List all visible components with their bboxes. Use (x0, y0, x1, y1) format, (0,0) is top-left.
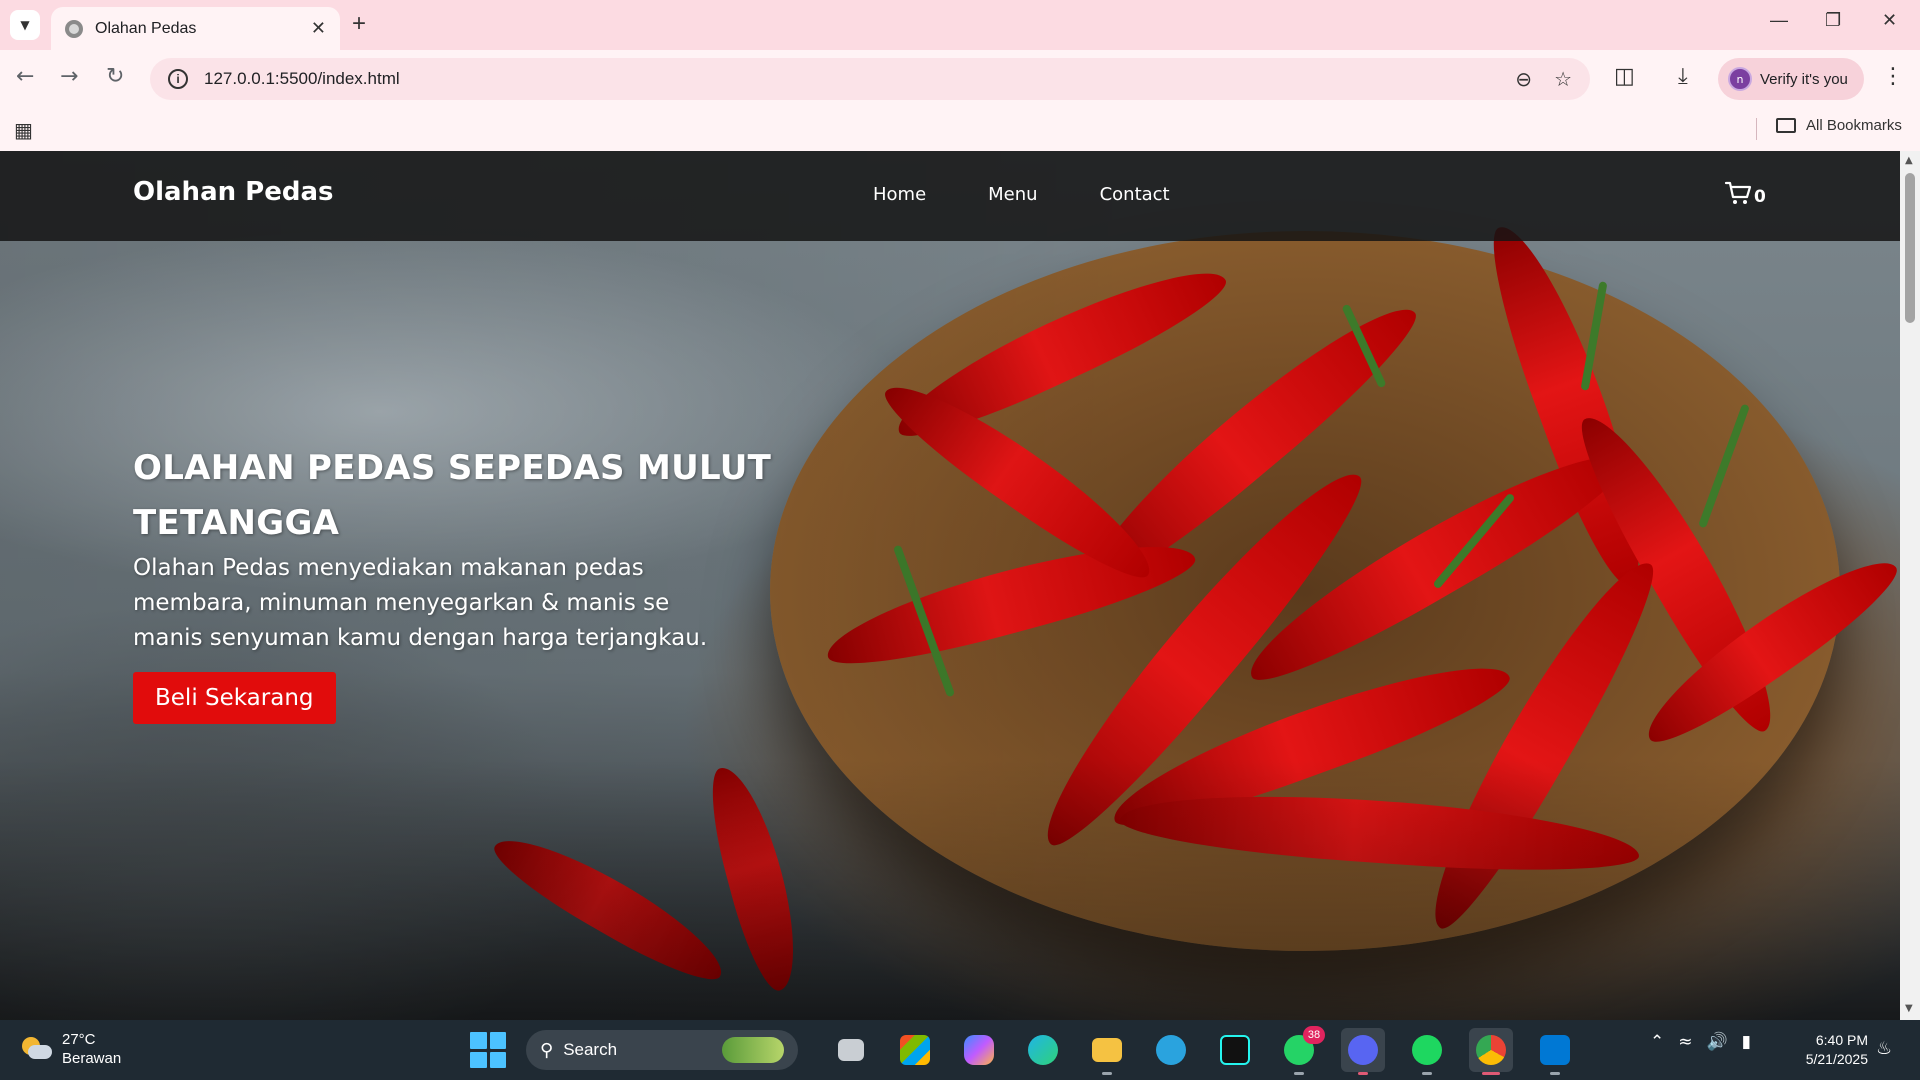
apps-grid-icon[interactable]: ▦ (14, 118, 33, 142)
telegram-icon[interactable] (1149, 1028, 1193, 1072)
tab-bar: ▼ Olahan Pedas ✕ + — ❐ ✕ (0, 0, 1920, 50)
hero-title: OLAHAN PEDAS SEPEDAS MULUT TETANGGA (133, 441, 773, 551)
chrome-icon[interactable] (1469, 1028, 1513, 1075)
microsoft-store-icon[interactable] (893, 1028, 937, 1072)
tab-search-button[interactable]: ▼ (10, 10, 40, 40)
discord-icon[interactable] (1341, 1028, 1385, 1075)
partly-cloudy-icon (20, 1035, 52, 1063)
taskbar-apps: ⚲ Search 38 (470, 1026, 1582, 1075)
edge-icon[interactable] (1021, 1028, 1065, 1072)
close-tab-icon[interactable]: ✕ (311, 18, 326, 39)
battery-icon[interactable]: ▮ (1742, 1032, 1751, 1052)
site-logo[interactable]: Olahan Pedas (133, 177, 334, 207)
browser-toolbar: ← → ↻ i 127.0.0.1:5500/index.html ⊖ ☆ ◫ … (0, 50, 1920, 108)
restore-button[interactable]: ❐ (1825, 10, 1841, 31)
forward-button[interactable]: → (60, 64, 78, 89)
site-info-icon[interactable]: i (168, 69, 188, 89)
copilot-icon[interactable] (957, 1028, 1001, 1072)
file-explorer-icon[interactable] (1085, 1028, 1129, 1075)
chevron-up-icon[interactable]: ⌃ (1650, 1032, 1664, 1052)
all-bookmarks-label: All Bookmarks (1806, 117, 1902, 134)
hero-section: OLAHAN PEDAS SEPEDAS MULUT TETANGGA Olah… (133, 441, 773, 724)
nav-menu-link[interactable]: Menu (988, 184, 1037, 205)
search-label: Search (563, 1040, 618, 1059)
scroll-down-icon[interactable]: ▼ (1905, 1003, 1913, 1014)
hero-title-line: OLAHAN PEDAS SEPEDAS MULUT (133, 448, 772, 488)
nav-contact-link[interactable]: Contact (1100, 184, 1170, 205)
hero-title-line: TETANGGA (133, 503, 340, 543)
avatar: n (1728, 67, 1752, 91)
cart-icon (1724, 181, 1752, 204)
address-bar[interactable]: i 127.0.0.1:5500/index.html ⊖ ☆ (150, 58, 1590, 100)
bookmark-star-icon[interactable]: ☆ (1554, 67, 1572, 91)
hero-desc-line: membara, minuman menyegarkan & manis se (133, 590, 670, 616)
tab-title: Olahan Pedas (95, 19, 197, 37)
hero-description: Olahan Pedas menyediakan makanan pedas m… (133, 551, 773, 656)
search-icon: ⚲ (540, 1039, 554, 1061)
zoom-icon[interactable]: ⊖ (1515, 67, 1532, 91)
back-button[interactable]: ← (16, 64, 34, 89)
nav-links: Home Menu Contact (873, 184, 1170, 205)
chevron-down-icon: ▼ (20, 18, 30, 32)
bookmarks-divider (1756, 118, 1757, 140)
buy-now-button[interactable]: Beli Sekarang (133, 672, 336, 724)
weather-condition: Berawan (62, 1050, 122, 1067)
download-icon[interactable]: ⤓ (1678, 64, 1688, 89)
close-window-button[interactable]: ✕ (1882, 10, 1897, 31)
minimize-button[interactable]: — (1770, 10, 1788, 31)
menu-icon[interactable]: ⋮ (1882, 64, 1904, 89)
spotify-icon[interactable] (1405, 1028, 1449, 1075)
reload-button[interactable]: ↻ (106, 64, 124, 89)
tiktok-icon[interactable] (1213, 1028, 1257, 1072)
windows-taskbar: 27°C Berawan ⚲ Search 38 ⌃ ≈ 🔊 ▮ 6:40 PM… (0, 1020, 1920, 1080)
folder-icon (1776, 118, 1796, 133)
vscode-icon[interactable] (1533, 1028, 1577, 1075)
wifi-icon[interactable]: ≈ (1678, 1032, 1692, 1052)
new-tab-button[interactable]: + (352, 10, 366, 38)
scrollbar-thumb[interactable] (1905, 173, 1915, 323)
notification-bell-icon[interactable]: ♨ (1876, 1038, 1892, 1059)
volume-icon[interactable]: 🔊 (1707, 1032, 1728, 1052)
web-page: Olahan Pedas Home Menu Contact 0 OLAHAN … (0, 151, 1900, 1020)
profile-button[interactable]: n Verify it's you (1718, 58, 1864, 100)
cart-count: 0 (1754, 187, 1766, 207)
globe-icon (65, 19, 83, 38)
clock[interactable]: 6:40 PM 5/21/2025 (1790, 1031, 1868, 1069)
whatsapp-badge: 38 (1303, 1026, 1325, 1044)
page-scrollbar[interactable]: ▲ ▼ (1900, 151, 1920, 1020)
cart-button[interactable]: 0 (1724, 179, 1766, 207)
profile-label: Verify it's you (1760, 70, 1848, 88)
task-view-icon[interactable] (829, 1028, 873, 1072)
whatsapp-icon[interactable]: 38 (1277, 1026, 1325, 1075)
search-highlight-image (722, 1037, 784, 1063)
hero-desc-line: Olahan Pedas menyediakan makanan pedas (133, 555, 644, 581)
windows-start-icon[interactable] (470, 1032, 506, 1068)
url-text[interactable]: 127.0.0.1:5500/index.html (204, 69, 1493, 89)
site-navbar: Olahan Pedas Home Menu Contact 0 (0, 151, 1900, 241)
taskbar-search[interactable]: ⚲ Search (526, 1030, 798, 1070)
temperature: 27°C (62, 1031, 96, 1048)
weather-widget[interactable]: 27°C Berawan (20, 1030, 121, 1068)
active-tab[interactable]: Olahan Pedas ✕ (51, 7, 340, 50)
all-bookmarks-button[interactable]: All Bookmarks (1776, 117, 1902, 134)
time: 6:40 PM (1815, 1032, 1868, 1048)
extensions-icon[interactable]: ◫ (1614, 64, 1635, 89)
nav-home-link[interactable]: Home (873, 184, 926, 205)
hero-desc-line: manis senyuman kamu dengan harga terjang… (133, 625, 708, 651)
bookmarks-bar: ▦ All Bookmarks (0, 108, 1920, 151)
scroll-up-icon[interactable]: ▲ (1905, 155, 1913, 166)
system-tray: ⌃ ≈ 🔊 ▮ (1650, 1032, 1751, 1052)
date: 5/21/2025 (1805, 1051, 1868, 1067)
